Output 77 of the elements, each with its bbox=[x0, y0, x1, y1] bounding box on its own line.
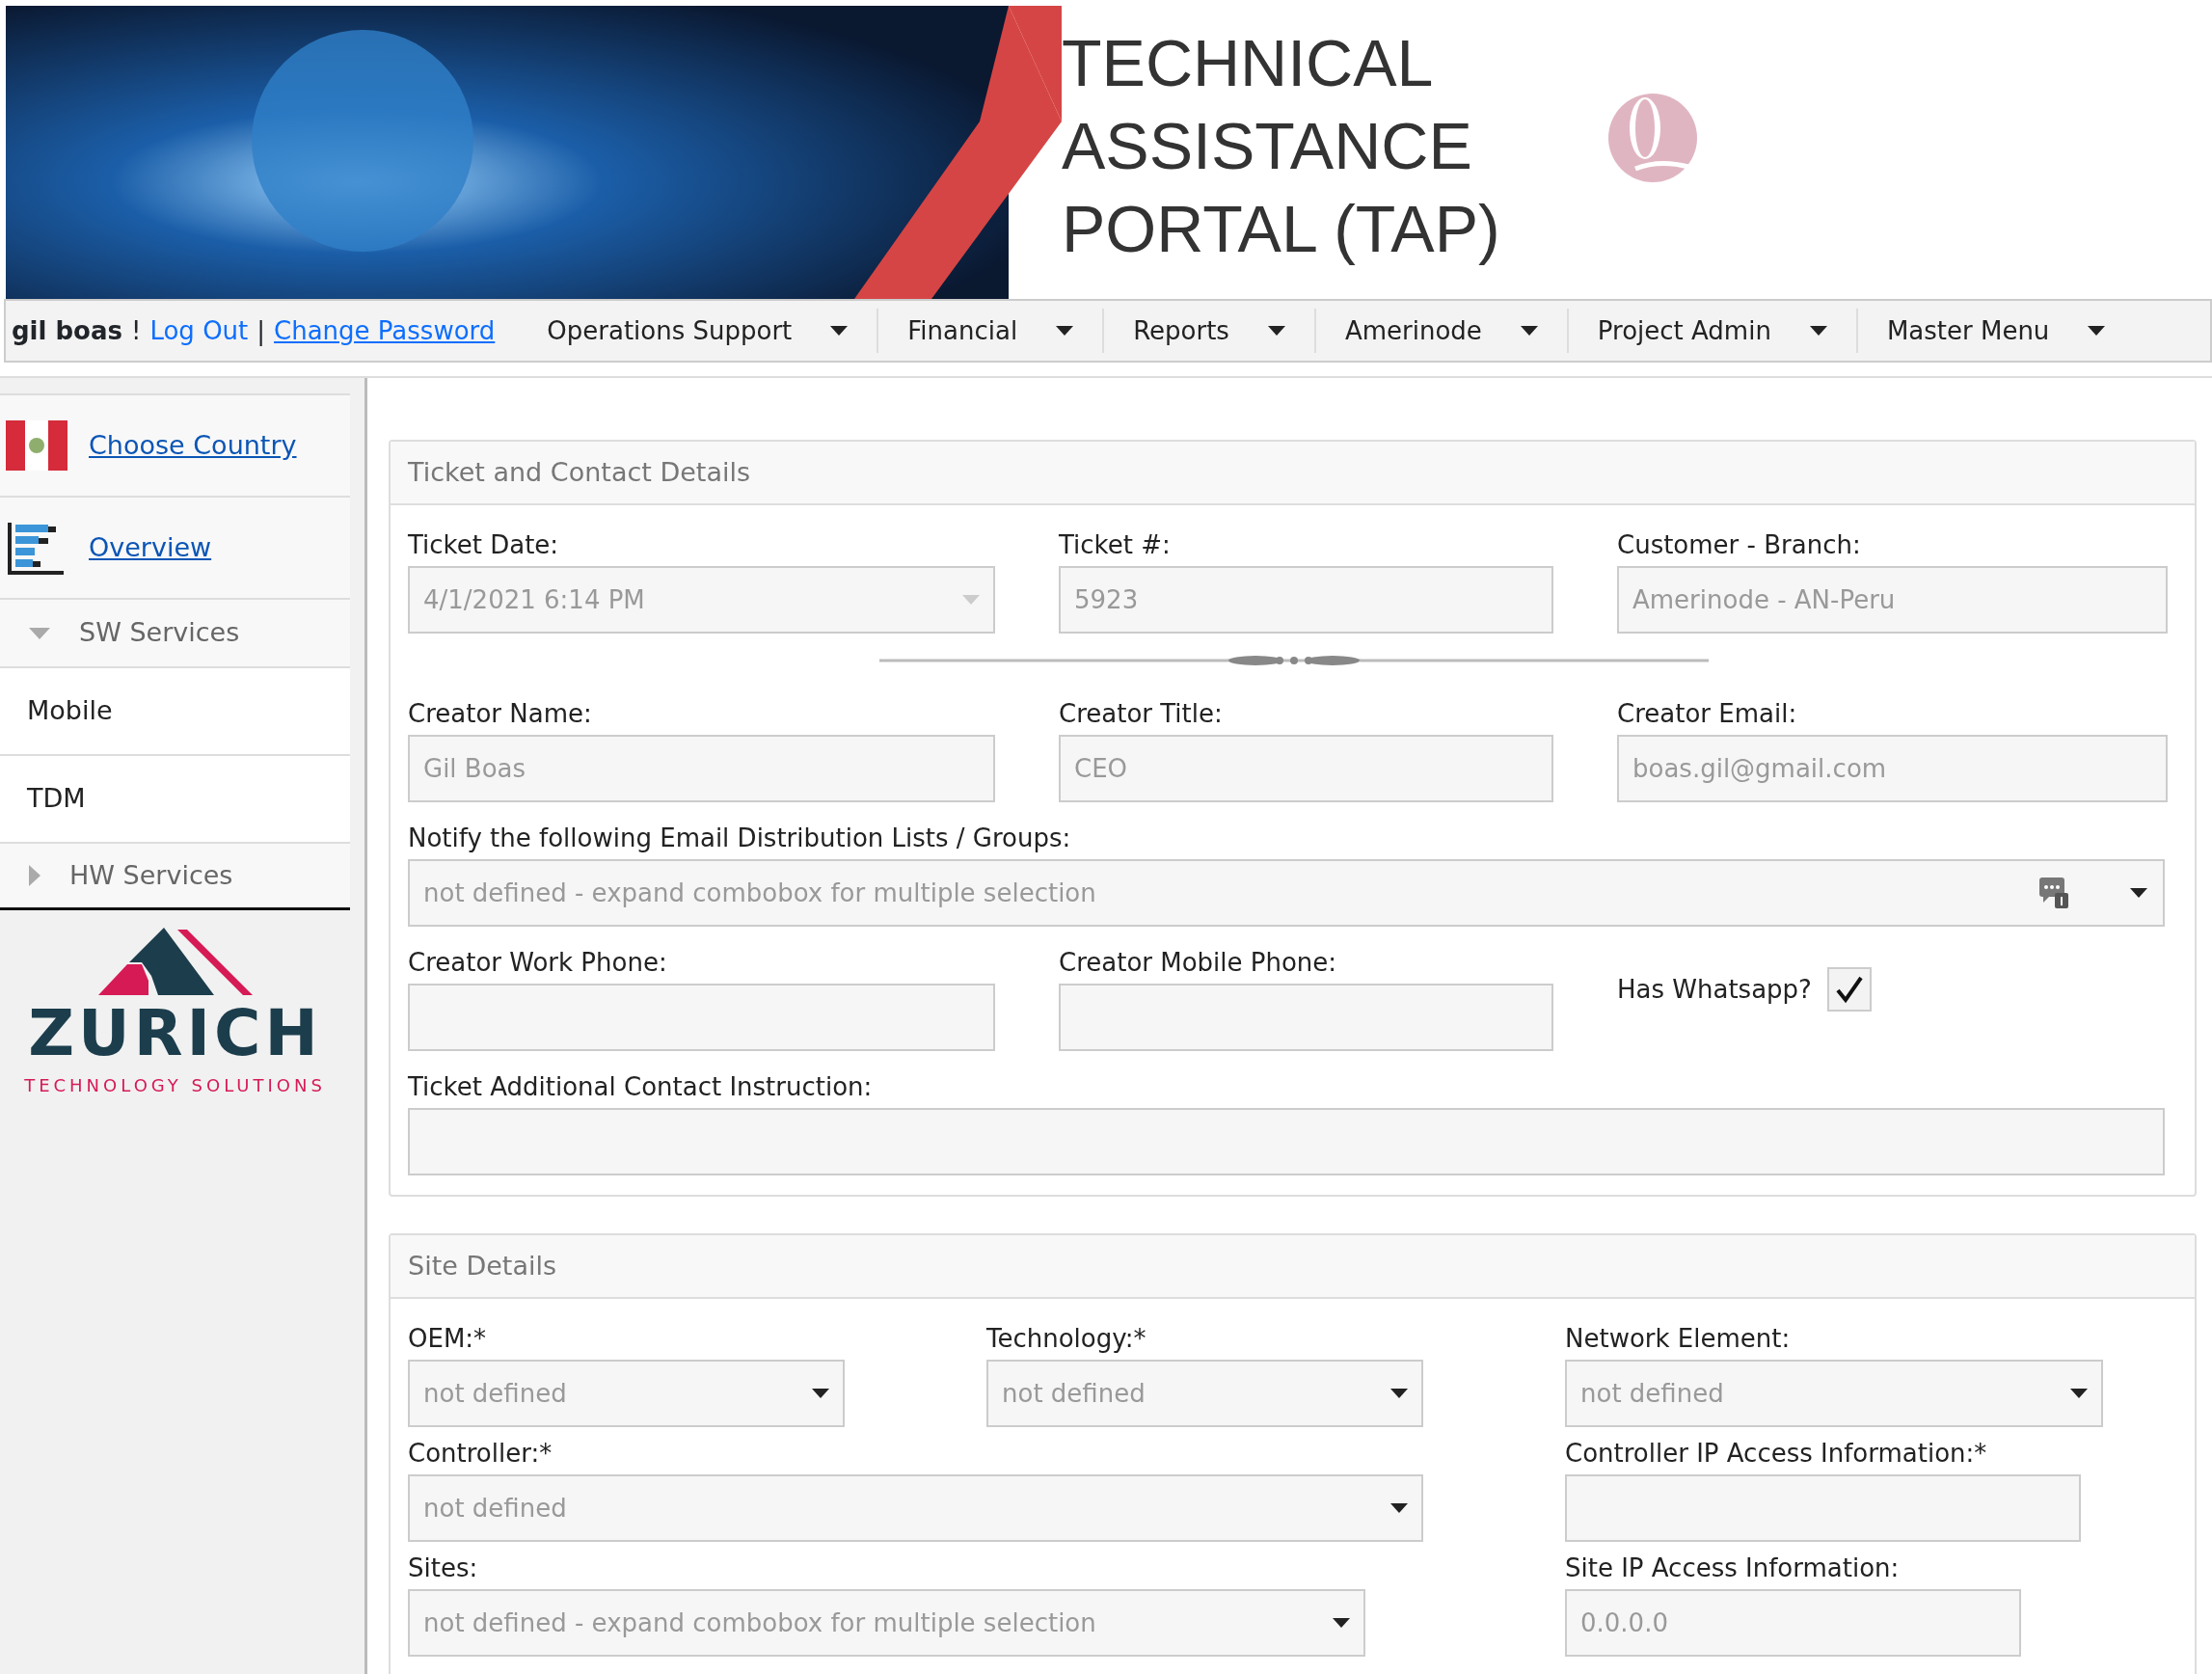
input-field[interactable] bbox=[1565, 1474, 2081, 1542]
field-label: Ticket Additional Contact Instruction: bbox=[408, 1071, 874, 1103]
menu-item[interactable]: Operations Support bbox=[518, 309, 877, 353]
field-label: Controller IP Access Information:* bbox=[1565, 1438, 1988, 1470]
caret-icon bbox=[1520, 326, 1538, 336]
title-line: TECHNICAL bbox=[1062, 25, 1434, 101]
logo-text: ZURICH bbox=[28, 995, 322, 1072]
dropdown-caret-icon bbox=[1390, 1503, 1408, 1513]
menu-item[interactable]: Reports bbox=[1102, 309, 1314, 353]
field-label: Creator Title: bbox=[1059, 698, 1224, 730]
caret-icon bbox=[1809, 326, 1827, 336]
field-label: Ticket Date: bbox=[408, 529, 560, 561]
sidebar-group[interactable]: HW Services bbox=[0, 842, 350, 910]
field-label: Network Element: bbox=[1565, 1323, 1792, 1355]
whatsapp-checkbox[interactable] bbox=[1826, 967, 1872, 1012]
dropdown-caret-icon bbox=[1333, 1618, 1350, 1628]
caret-icon bbox=[830, 326, 849, 336]
field-label: Creator Mobile Phone: bbox=[1059, 947, 1338, 979]
dropdown-field[interactable]: not defined bbox=[1565, 1360, 2103, 1427]
dropdown-caret-icon bbox=[2130, 888, 2147, 898]
menu-item[interactable]: Financial bbox=[877, 309, 1103, 353]
input-field[interactable]: Gil Boas bbox=[408, 735, 995, 802]
menu-item[interactable]: Master Menu bbox=[1855, 309, 2135, 353]
field-label: Creator Email: bbox=[1617, 698, 1798, 730]
dropdown-field[interactable]: not defined bbox=[986, 1360, 1423, 1427]
comment-count-icon bbox=[2039, 878, 2068, 908]
input-field[interactable]: 0.0.0.0 bbox=[1565, 1589, 2021, 1657]
multiselect-field[interactable]: not defined - expand combobox for multiple selection bbox=[408, 859, 2165, 927]
logo-tagline: TECHNOLOGY SOLUTIONS bbox=[24, 1074, 326, 1097]
field-label: Technology:* bbox=[986, 1323, 1147, 1355]
input-field[interactable]: boas.gil@gmail.com bbox=[1617, 735, 2168, 802]
title-line: ASSISTANCE bbox=[1062, 108, 1472, 184]
section-header: Site Details bbox=[391, 1235, 2195, 1299]
input-field[interactable] bbox=[408, 984, 995, 1051]
field-label: Creator Name: bbox=[408, 698, 593, 730]
checkbox-label: Has Whatsapp? bbox=[1617, 973, 1812, 1006]
overview-link[interactable]: Overview bbox=[89, 527, 212, 568]
field-label: Customer - Branch: bbox=[1617, 529, 1862, 561]
field-label: Controller:* bbox=[408, 1438, 553, 1470]
logout-link[interactable]: Log Out bbox=[149, 311, 249, 350]
caret-icon bbox=[1267, 326, 1285, 336]
sidebar-group[interactable]: SW Services bbox=[0, 598, 350, 666]
change-password-link[interactable]: Change Password bbox=[274, 311, 496, 350]
menu-item[interactable]: Project Admin bbox=[1566, 309, 1856, 353]
input-field[interactable]: Amerinode - AN-Peru bbox=[1617, 566, 2168, 634]
dropdown-field[interactable]: not defined - expand combobox for multiple selection bbox=[408, 1589, 1365, 1657]
input-field[interactable] bbox=[1059, 984, 1553, 1051]
expanded-triangle-icon bbox=[29, 627, 50, 639]
sidebar-item[interactable]: Mobile bbox=[0, 666, 350, 754]
dropdown-caret-icon bbox=[1390, 1389, 1408, 1398]
mountain-logo-icon bbox=[97, 928, 253, 995]
separator-text: | bbox=[256, 314, 266, 348]
sidebar-item[interactable]: TDM bbox=[0, 754, 350, 842]
menu-item[interactable]: Amerinode bbox=[1313, 309, 1567, 353]
input-field[interactable] bbox=[408, 1108, 2165, 1175]
user-name: gil boas bbox=[12, 314, 122, 347]
field-label: Notify the following Email Distribution Lists / Groups: bbox=[408, 823, 1072, 854]
dropdown-caret-icon bbox=[812, 1389, 829, 1398]
checkmark-icon bbox=[1834, 975, 1864, 1004]
input-field[interactable]: CEO bbox=[1059, 735, 1553, 802]
field-label: Site IP Access Information: bbox=[1565, 1552, 1901, 1584]
section-header: Ticket and Contact Details bbox=[391, 442, 2195, 505]
dropdown-caret-icon bbox=[2070, 1389, 2088, 1398]
field-label: Creator Work Phone: bbox=[408, 947, 668, 979]
dropdown-caret-icon bbox=[962, 595, 980, 605]
dropdown-field[interactable]: not defined bbox=[408, 1360, 845, 1427]
exclamation-text: ! bbox=[131, 314, 142, 347]
input-field[interactable]: 5923 bbox=[1059, 566, 1553, 634]
caret-icon bbox=[1056, 326, 1074, 336]
collapsed-triangle-icon bbox=[29, 865, 40, 886]
caret-icon bbox=[2088, 326, 2106, 336]
field-label: Ticket #: bbox=[1059, 529, 1172, 561]
field-label: Sites: bbox=[408, 1552, 479, 1584]
dropdown-field[interactable]: not defined bbox=[408, 1474, 1423, 1542]
field-label: OEM:* bbox=[408, 1323, 488, 1355]
title-line: PORTAL (TAP) bbox=[1062, 191, 1500, 267]
date-field[interactable]: 4/1/2021 6:14 PM bbox=[408, 566, 995, 634]
